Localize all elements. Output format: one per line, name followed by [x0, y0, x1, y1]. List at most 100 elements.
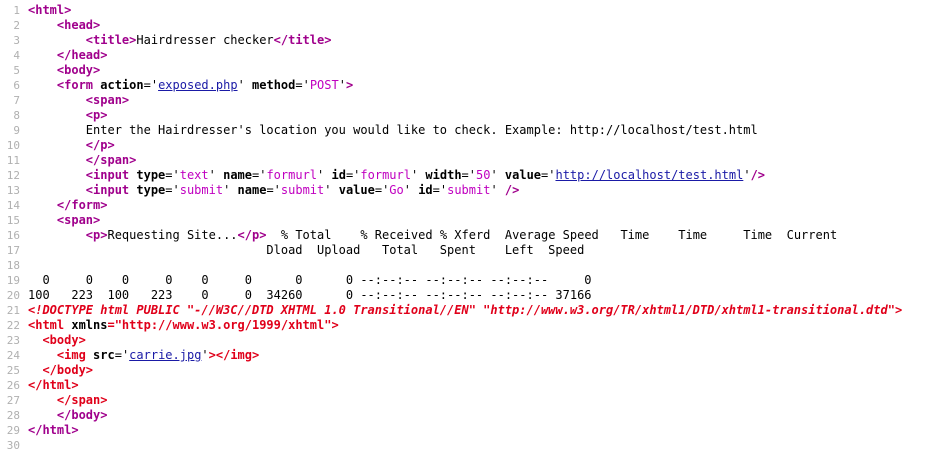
source-line: 28 </body>: [0, 408, 931, 423]
source-link[interactable]: http://localhost/test.html: [555, 168, 743, 182]
line-number: 9: [13, 124, 20, 137]
code-token: <span>: [56, 213, 101, 227]
code-token: <html>: [28, 3, 72, 17]
code-token: ': [223, 183, 238, 197]
line-code: </form>: [28, 198, 108, 213]
line-code: <title>Hairdresser checker</title>: [28, 33, 332, 48]
code-token: 0 0 0 0 0 0 0 0 --:--:-- --:--:-- --:--:…: [28, 273, 592, 287]
source-link[interactable]: carrie.jpg: [129, 348, 201, 362]
line-number: 19: [6, 274, 20, 287]
code-token: ></img>: [208, 348, 260, 362]
code-token: =': [266, 183, 281, 197]
line-code: </body>: [28, 363, 93, 378]
code-token: =': [374, 183, 390, 197]
code-token: method: [252, 78, 296, 92]
line-number: 10: [6, 139, 20, 152]
source-line: 13 <input type='submit' name='submit' va…: [0, 183, 931, 198]
code-token: ': [208, 168, 224, 182]
line-number: 2: [13, 19, 20, 32]
code-token: 50: [476, 168, 491, 182]
source-line: 23 <body>: [0, 333, 931, 348]
code-token: >: [345, 78, 354, 92]
source-link[interactable]: exposed.php: [158, 78, 237, 92]
code-token: ': [201, 348, 209, 362]
line-number: 13: [6, 184, 20, 197]
code-token: width: [425, 168, 462, 182]
line-number: 22: [6, 319, 20, 332]
code-token: Requesting Site...: [107, 228, 238, 242]
code-token: </head>: [56, 48, 108, 62]
line-code: <input type='text' name='formurl' id='fo…: [28, 168, 765, 183]
line-code: <span>: [28, 93, 129, 108]
line-number: 24: [6, 349, 20, 362]
code-token: =': [165, 183, 180, 197]
code-token: <!DOCTYPE html PUBLIC "-//W3C//DTD XHTML…: [28, 303, 903, 317]
line-code: 100 223 100 223 0 0 34260 0 --:--:-- --:…: [28, 288, 592, 303]
line-code: Enter the Hairdresser's location you wou…: [28, 123, 758, 138]
line-code: </span>: [28, 153, 137, 168]
code-token: ': [317, 168, 332, 182]
source-line: 10 </p>: [0, 138, 931, 153]
source-line: 30: [0, 438, 931, 453]
source-line: 15 <span>: [0, 213, 931, 228]
code-token: </html>: [28, 423, 79, 437]
line-number: 18: [6, 259, 20, 272]
source-line: 18: [0, 258, 931, 273]
line-number: 17: [6, 244, 20, 257]
code-token: submit: [280, 183, 325, 197]
code-token: =': [252, 168, 267, 182]
source-line: 26 </html>: [0, 378, 931, 393]
line-code: <head>: [28, 18, 100, 33]
code-token: </body>: [56, 408, 108, 422]
source-line: 19 0 0 0 0 0 0 0 0 --:--:-- --:--:-- --:…: [0, 273, 931, 288]
line-number: 4: [13, 49, 20, 62]
line-number: 25: [6, 364, 20, 377]
line-number: 15: [6, 214, 20, 227]
code-token: formurl: [360, 168, 411, 182]
source-line: 11 </span>: [0, 153, 931, 168]
line-number: 16: [6, 229, 20, 242]
source-line: 3 <title>Hairdresser checker</title>: [0, 33, 931, 48]
line-code: <form action='exposed.php' method='POST'…: [28, 78, 353, 93]
line-number: 14: [6, 199, 20, 212]
code-token: submit: [447, 183, 491, 197]
code-token: <html: [28, 318, 72, 332]
code-token: id: [418, 183, 433, 197]
source-line: 21 <!DOCTYPE html PUBLIC "-//W3C//DTD XHT…: [0, 303, 931, 318]
code-token: ': [743, 168, 751, 182]
code-token: =': [541, 168, 556, 182]
source-line: 4 </head>: [0, 48, 931, 63]
line-code: <html xmlns="http://www.w3.org/1999/xhtm…: [28, 318, 339, 333]
code-token: =': [165, 168, 180, 182]
code-token: Enter the Hairdresser's location you wou…: [28, 123, 758, 137]
code-token: ': [338, 78, 346, 92]
line-code: </head>: [28, 48, 108, 63]
code-token: </span>: [85, 153, 137, 167]
line-code: <html>: [28, 3, 71, 18]
line-number: 6: [13, 79, 20, 92]
code-token: <p>: [85, 228, 108, 242]
code-token: <img: [56, 348, 94, 362]
source-line: 8 <p>: [0, 108, 931, 123]
code-token: POST: [309, 78, 339, 92]
code-token: />: [750, 168, 766, 182]
code-token: name: [223, 168, 252, 182]
line-number: 30: [6, 439, 20, 452]
line-code: <!DOCTYPE html PUBLIC "-//W3C//DTD XHTML…: [28, 303, 902, 318]
source-line: 7 <span>: [0, 93, 931, 108]
code-token: <title>: [85, 33, 137, 47]
line-number: 3: [13, 34, 20, 47]
code-token: =': [345, 168, 361, 182]
